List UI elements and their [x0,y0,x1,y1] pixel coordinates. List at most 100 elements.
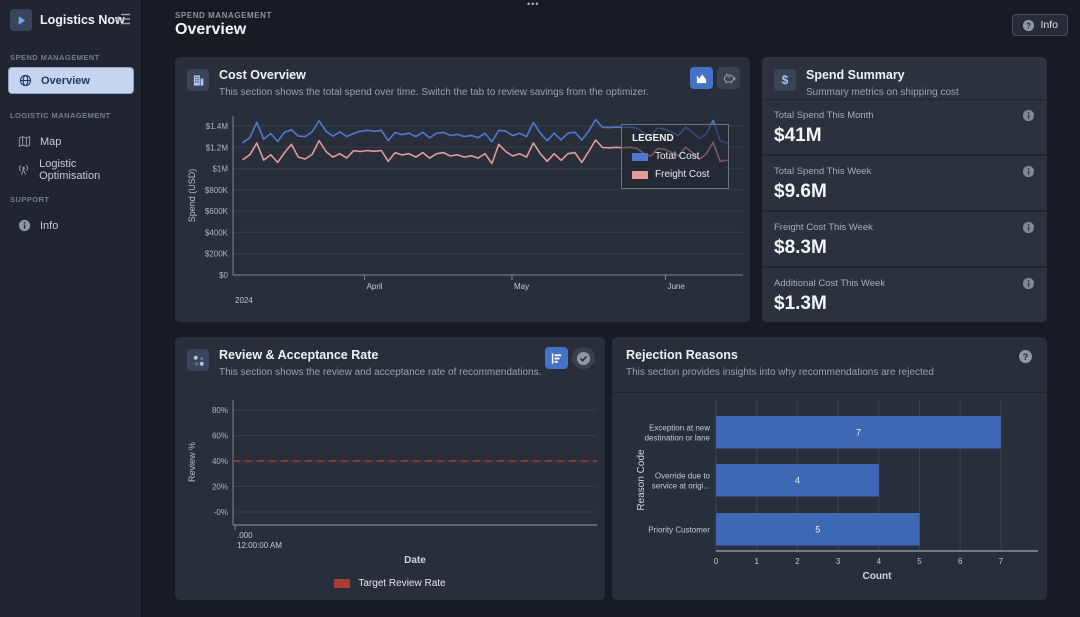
legend-title: LEGEND [632,133,718,144]
overflow-dots[interactable]: ••• [527,0,539,9]
info-icon [17,219,31,233]
play-icon [15,14,28,27]
info-icon[interactable] [1022,221,1035,234]
panel-title: Cost Overview [219,68,306,82]
target-review-rate-legend: Target Review Rate [175,578,605,589]
svg-text:7: 7 [999,557,1004,566]
legend-item-freight-cost: Freight Cost [632,169,718,180]
metric-label: Total Spend This Week [774,166,871,177]
cost-overview-panel: Cost Overview This section shows the tot… [175,57,750,322]
metric-value: $1.3M [774,293,827,315]
svg-text:$200K: $200K [205,250,229,259]
dollar-icon: $ [774,69,796,91]
metric-value: $9.6M [774,181,827,203]
metric-cards: Total Spend This Month $41M Total Spend … [762,100,1047,322]
svg-text:5: 5 [917,557,922,566]
sidebar-section-spend-management: SPEND MANAGEMENT [10,53,100,62]
svg-text:June: June [667,282,685,291]
svg-text:service at origi...: service at origi... [652,481,710,490]
svg-text:2024: 2024 [235,296,253,305]
svg-text:60%: 60% [212,432,228,441]
info-icon[interactable] [1022,165,1035,178]
svg-text:2: 2 [795,557,800,566]
savings-piggy-view-button[interactable] [717,67,740,89]
dashboard-root: Logistics Now SPEND MANAGEMENT Overview … [0,0,1080,617]
breadcrumb: SPEND MANAGEMENT [175,11,272,20]
svg-text:3: 3 [836,557,841,566]
sidebar-item-label: Overview [41,75,90,87]
sidebar-section-logistic-management: LOGISTIC MANAGEMENT [10,111,111,120]
broadcast-icon [17,163,30,177]
rejection-reasons-panel: Rejection Reasons This section provides … [612,337,1047,600]
sidebar: Logistics Now SPEND MANAGEMENT Overview … [0,0,142,617]
rejection-reasons-chart: 012345677Exception at newdestination or … [612,392,1047,600]
sidebar-item-map[interactable]: Map [8,128,134,155]
legend-item-total-cost: Total Cost [632,151,718,162]
freight-cost-swatch [632,171,648,179]
legend-label: Target Review Rate [358,578,445,589]
svg-text:Count: Count [863,571,893,582]
svg-text:-0%: -0% [214,508,228,517]
svg-text:Spend (USD): Spend (USD) [187,169,197,223]
panel-title: Spend Summary [806,68,905,82]
legend-label: Freight Cost [655,169,709,180]
sidebar-item-overview[interactable]: Overview [8,67,134,94]
bar-list-view-button[interactable] [545,347,568,369]
header-info-button[interactable]: ? Info [1012,14,1068,36]
svg-text:$800K: $800K [205,186,229,195]
total-cost-swatch [632,153,648,161]
sidebar-header: Logistics Now [0,0,141,40]
svg-text:4: 4 [795,475,800,485]
legend-label: Total Cost [655,151,699,162]
app-logo [10,9,32,31]
sidebar-item-label: Info [40,220,58,232]
info-button-label: Info [1040,19,1058,31]
sidebar-item-logistic-optimisation[interactable]: Logistic Optimisation [8,156,134,183]
panel-subtitle: This section shows the total spend over … [219,87,649,98]
svg-text:Exception at new: Exception at new [649,423,710,432]
metric-label: Freight Cost This Week [774,222,873,233]
scatter-icon [187,349,209,371]
info-icon[interactable] [1022,109,1035,122]
panel-title: Review & Acceptance Rate [219,348,378,362]
metric-label: Total Spend This Month [774,110,874,121]
sidebar-item-info[interactable]: Info [8,212,134,239]
question-icon[interactable]: ? [1018,349,1033,364]
check-view-button[interactable] [572,347,595,369]
sidebar-section-support: SUPPORT [10,195,49,204]
svg-text:Review %: Review % [187,442,197,482]
area-chart-icon [695,72,708,85]
metric-card-additional-cost-week: Additional Cost This Week $1.3M [762,268,1047,322]
sidebar-item-label: Map [40,136,61,148]
svg-text:40%: 40% [212,457,228,466]
svg-text:$400K: $400K [205,228,229,237]
area-chart-view-button[interactable] [690,67,713,89]
info-icon[interactable] [1022,277,1035,290]
svg-text:1: 1 [754,557,759,566]
bar-list-icon [550,352,563,365]
svg-text:$1.4M: $1.4M [206,122,229,131]
panel-subtitle: This section provides insights into why … [626,367,934,378]
svg-text:destination or lane: destination or lane [645,433,711,442]
svg-text:?: ? [1023,352,1029,362]
svg-text:4: 4 [877,557,882,566]
svg-text:6: 6 [958,557,963,566]
panel-title: Rejection Reasons [626,348,738,362]
target-review-rate-swatch [334,579,350,588]
svg-text:7: 7 [856,427,861,437]
map-icon [17,135,31,149]
svg-text:Override due to: Override due to [655,471,711,480]
svg-text:$1M: $1M [212,165,228,174]
panel-subtitle: Summary metrics on shipping cost [806,87,959,98]
sidebar-item-label: Logistic Optimisation [39,158,134,182]
piggy-bank-icon [722,72,736,85]
metric-value: $41M [774,125,822,147]
sidebar-collapse-icon[interactable] [115,12,133,28]
review-acceptance-panel: Review & Acceptance Rate This section sh… [175,337,605,600]
svg-text:$600K: $600K [205,207,229,216]
metric-card-freight-cost-week: Freight Cost This Week $8.3M [762,212,1047,266]
metric-card-total-spend-week: Total Spend This Week $9.6M [762,156,1047,210]
svg-text:?: ? [1027,21,1032,30]
metric-value: $8.3M [774,237,827,259]
svg-text:$0: $0 [219,271,228,280]
